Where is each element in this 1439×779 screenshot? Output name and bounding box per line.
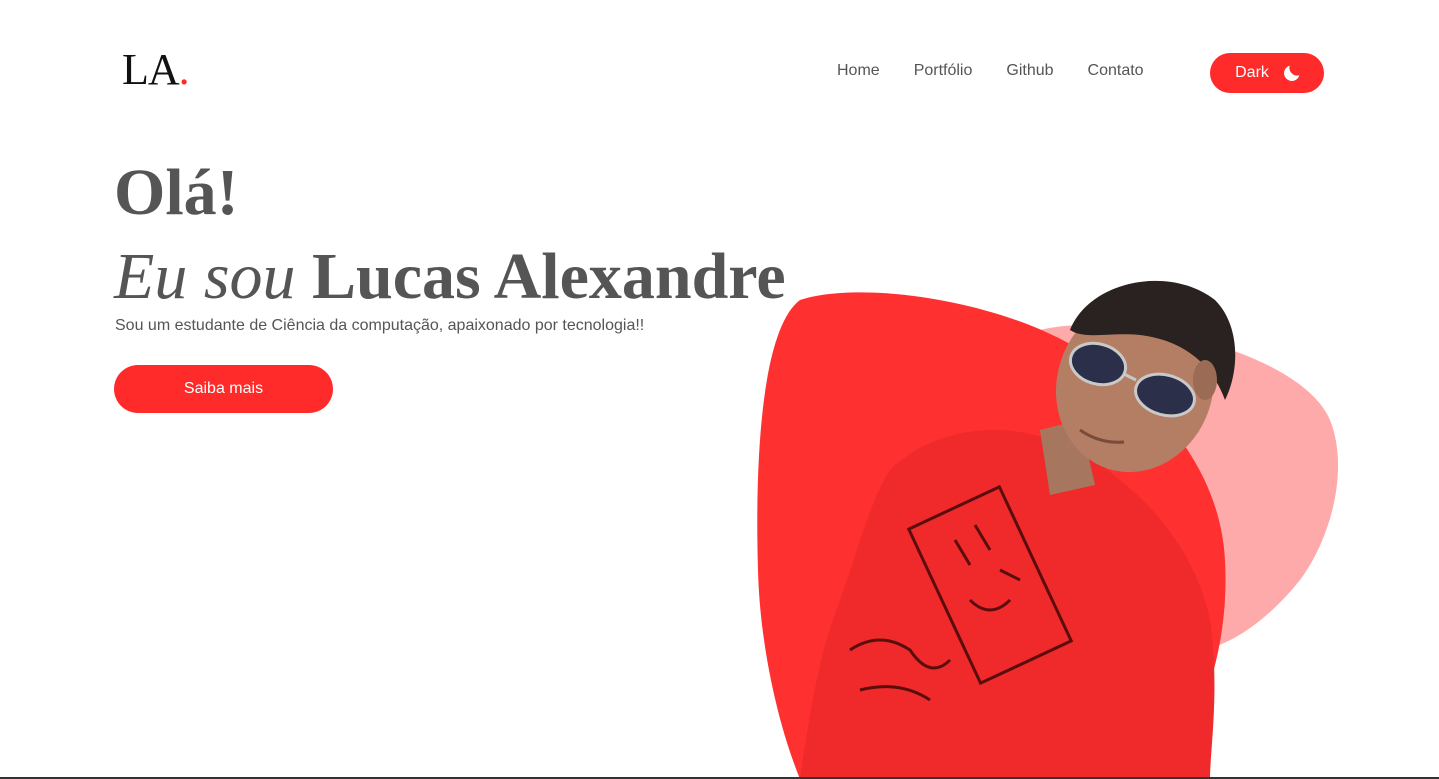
moon-icon: [1283, 65, 1300, 81]
hero-illustration: [757, 280, 1339, 779]
logo[interactable]: LA.: [122, 45, 190, 94]
logo-dot: .: [178, 45, 190, 94]
nav-link-home[interactable]: Home: [837, 62, 880, 80]
dark-mode-label: Dark: [1235, 64, 1269, 81]
nav-link-portfolio[interactable]: Portfólio: [914, 62, 973, 80]
dark-mode-toggle[interactable]: Dark: [1210, 53, 1324, 93]
nav-link-github[interactable]: Github: [1006, 62, 1053, 80]
main-nav: Home Portfólio Github Contato: [837, 62, 1144, 80]
nav-link-contato[interactable]: Contato: [1088, 62, 1144, 80]
hero-intro: Eu sou Lucas Alexandre: [114, 244, 786, 310]
hero-intro-prefix: Eu sou: [114, 240, 296, 313]
logo-text: LA: [122, 45, 180, 94]
saiba-mais-button[interactable]: Saiba mais: [114, 365, 333, 413]
hero-greeting: Olá!: [114, 156, 239, 229]
hero-subtitle: Sou um estudante de Ciência da computaçã…: [115, 317, 645, 334]
hero-name: Lucas Alexandre: [312, 240, 786, 313]
